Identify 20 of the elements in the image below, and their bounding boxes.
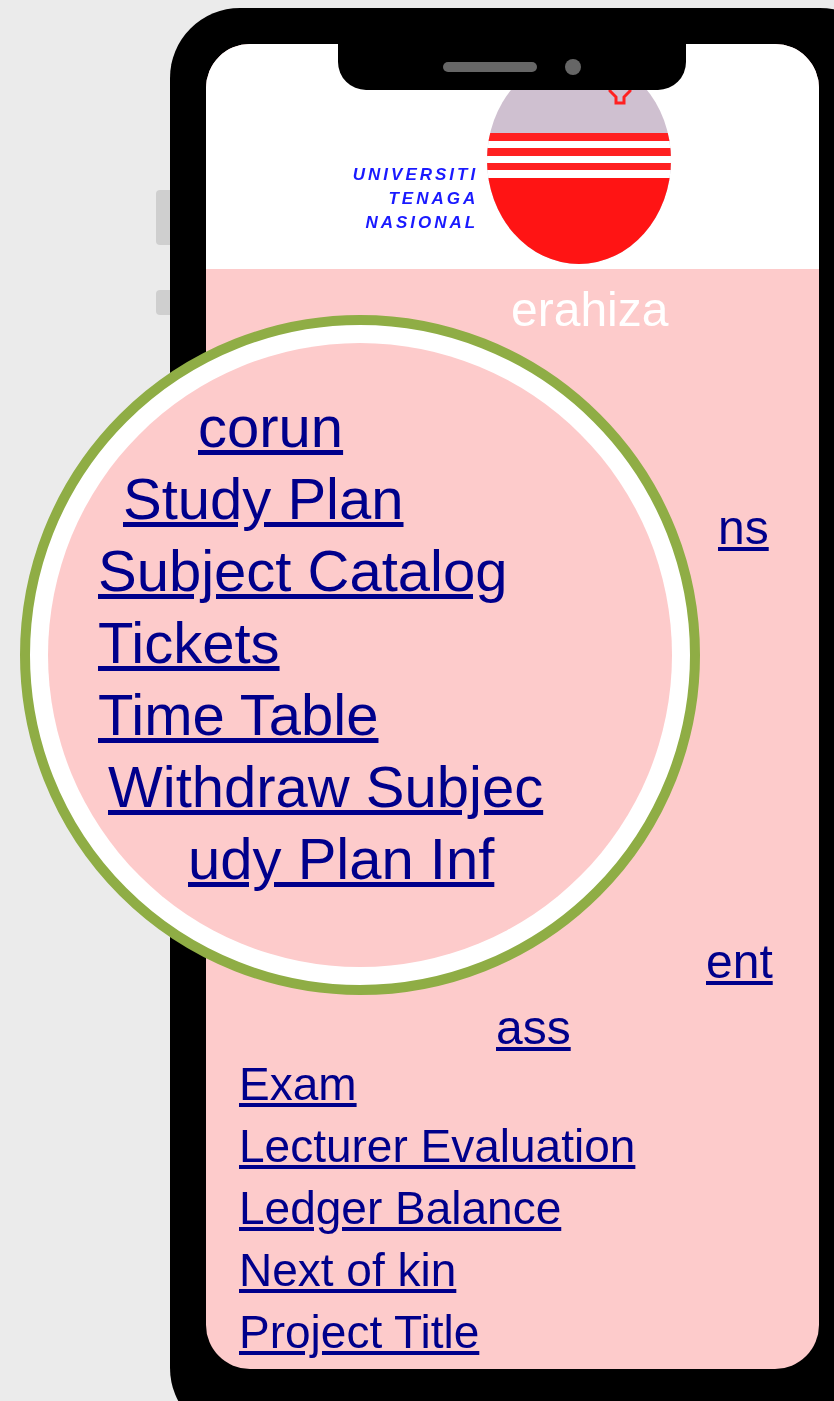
menu-link[interactable]: udy Plan Inf: [188, 825, 495, 893]
logo-text: TENAGA: [388, 188, 479, 210]
menu-link[interactable]: corun: [198, 393, 344, 461]
menu-link[interactable]: Withdraw Subjec: [108, 753, 544, 821]
logo-text: NASIONAL: [365, 212, 479, 234]
menu-link[interactable]: Subject Catalog: [98, 537, 508, 605]
logo-text: UNIVERSITI: [352, 164, 479, 186]
menu-link[interactable]: Ledger Balance: [239, 1177, 562, 1239]
menu-link[interactable]: Lecturer Evaluation: [239, 1115, 636, 1177]
menu-link[interactable]: ass: [496, 1000, 571, 1056]
menu-link[interactable]: Time Table: [98, 681, 379, 749]
menu-link[interactable]: Project Title: [239, 1301, 480, 1363]
camera-icon: [565, 59, 581, 75]
speaker-icon: [443, 62, 537, 72]
menu-link[interactable]: ns: [718, 500, 769, 556]
menu-link[interactable]: Tickets: [98, 609, 280, 677]
menu-link[interactable]: Next of kin: [239, 1239, 457, 1301]
menu-link[interactable]: ent: [706, 934, 773, 990]
menu-link[interactable]: Exam: [239, 1053, 357, 1115]
menu-link[interactable]: Study Plan: [123, 465, 404, 533]
